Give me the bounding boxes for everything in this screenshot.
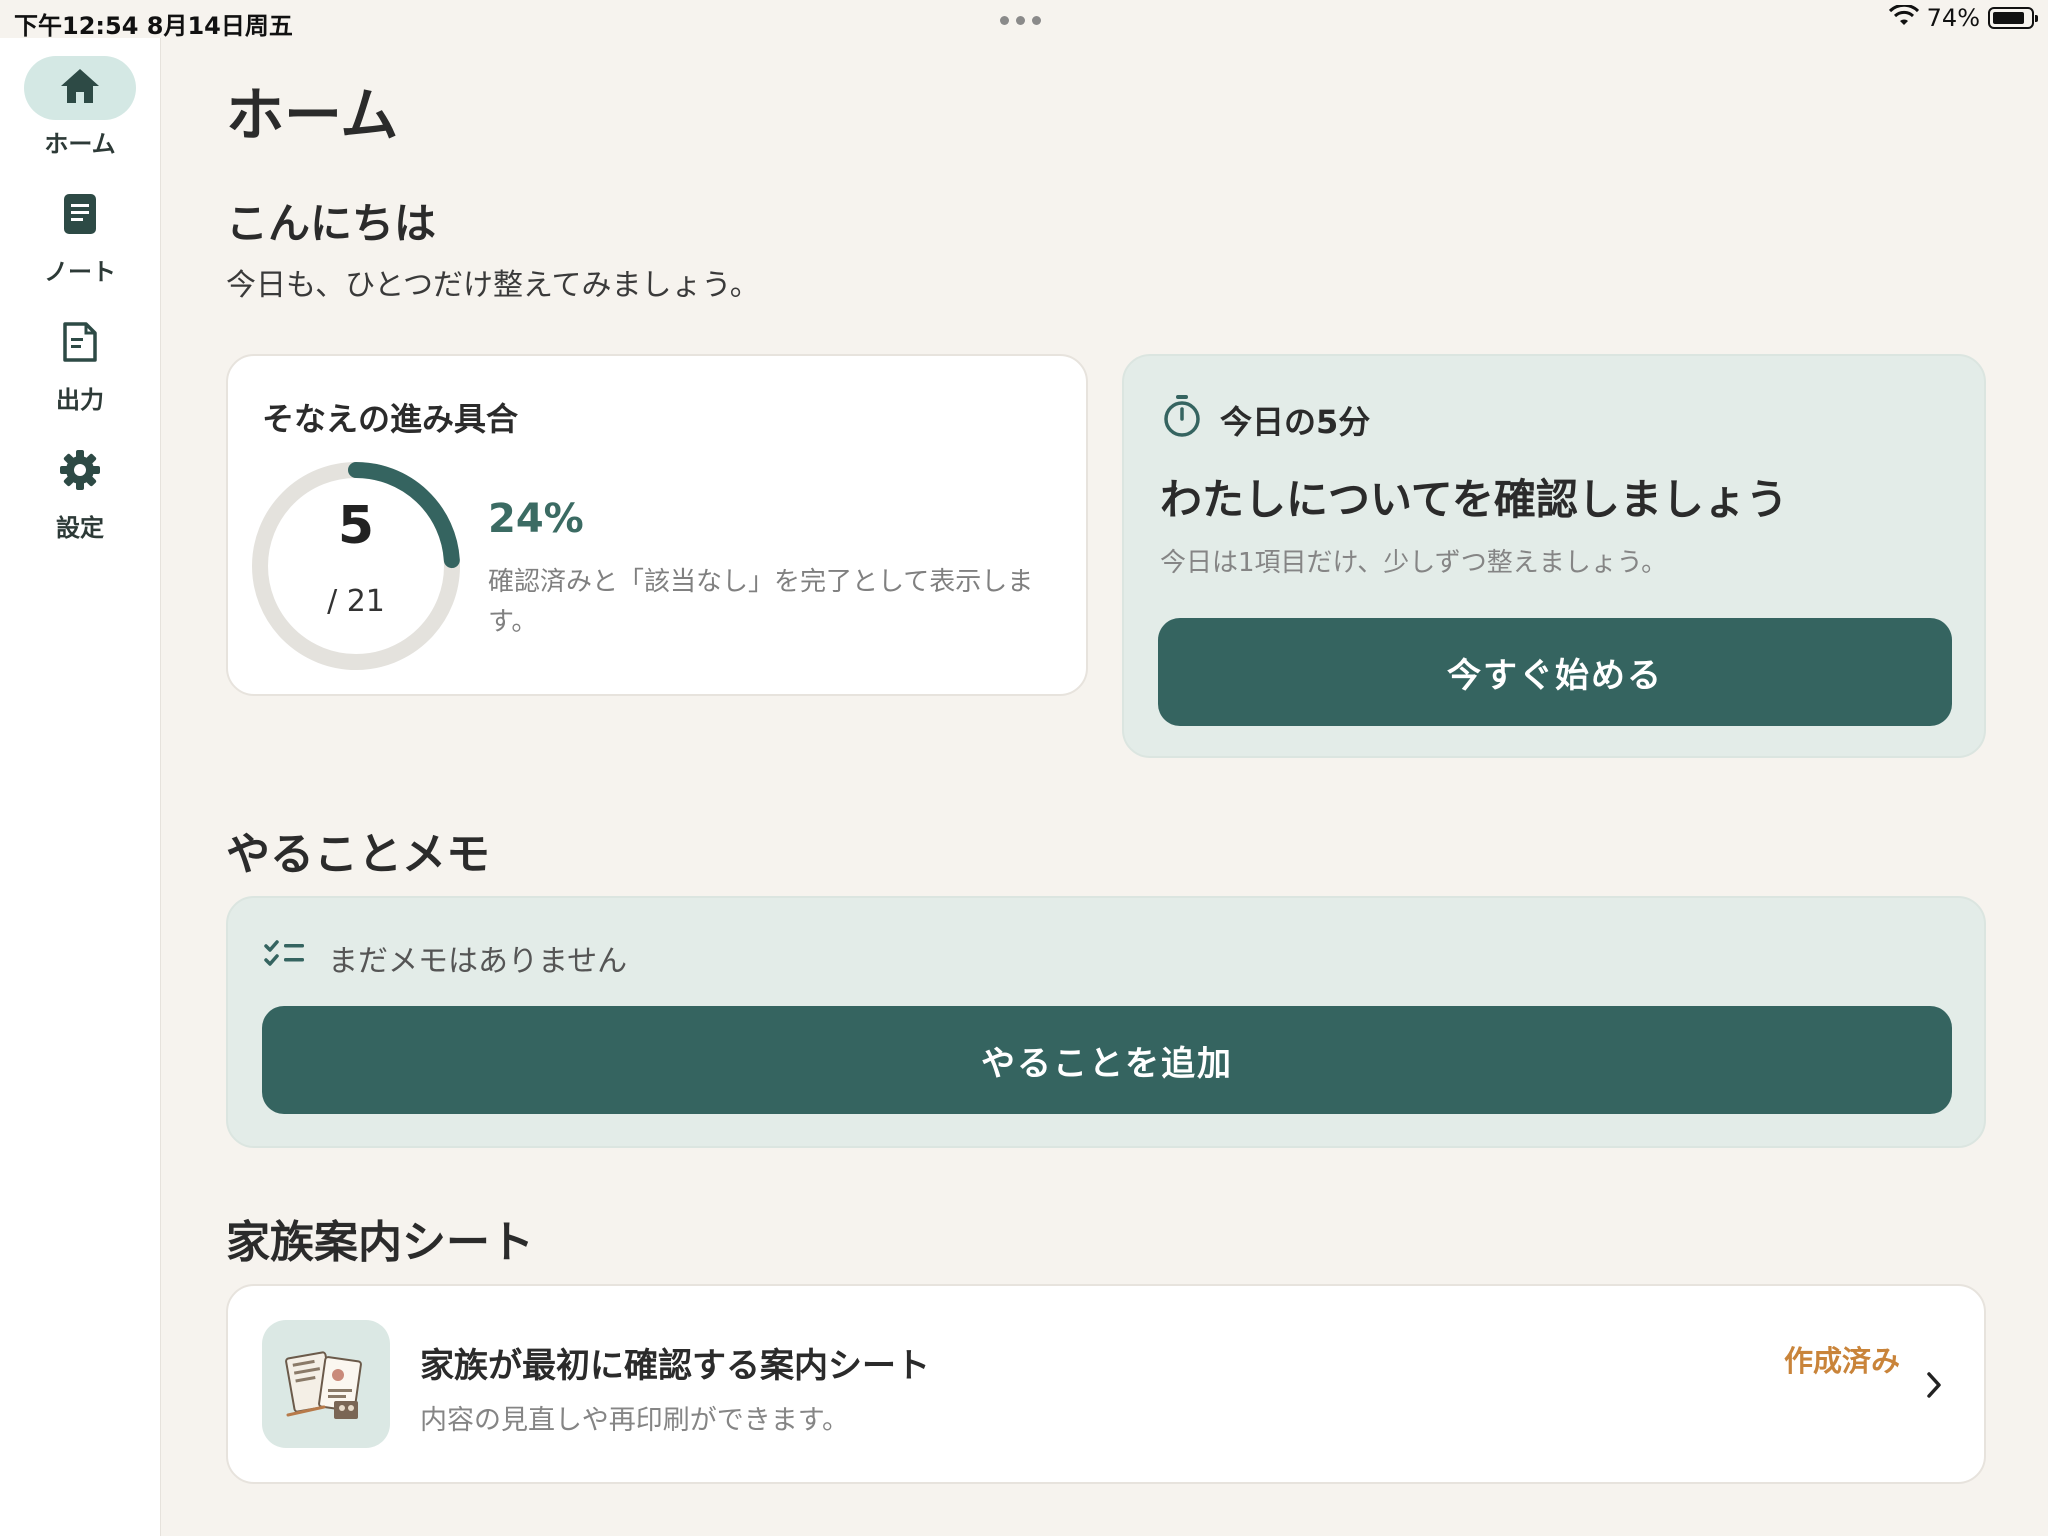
sidebar-item-note[interactable]: ノート — [0, 184, 160, 287]
progress-note: 確認済みと「該当なし」を完了として表示します。 — [488, 567, 1034, 637]
gear-icon — [59, 449, 101, 495]
sidebar-item-home-pill[interactable] — [24, 56, 136, 120]
today-card: 今日の5分 わたしについてを確認しましょう 今日は1項目だけ、少しずつ整えましょ… — [1122, 354, 1986, 758]
family-sheet-status-badge: 作成済み — [1783, 1344, 1900, 1378]
note-icon — [63, 193, 97, 239]
status-bar: 下午12:54 8月14日周五 74% — [0, 0, 2048, 40]
start-now-button[interactable]: 今すぐ始める — [1158, 618, 1952, 726]
sidebar-item-label: 設定 — [56, 514, 104, 542]
family-sheet-card[interactable]: 家族が最初に確認する案内シート 内容の見直しや再印刷ができます。 作成済み — [226, 1284, 1986, 1484]
family-sheet-title: 家族が最初に確認する案内シート — [420, 1346, 930, 1386]
chevron-right-icon[interactable] — [1924, 1370, 1944, 1404]
sidebar-item-label: 出力 — [56, 386, 104, 414]
progress-card: そなえの進み具合 5 / 21 24% 確認済みと「該当なし」を完了として表示し… — [226, 354, 1088, 696]
document-icon — [62, 321, 98, 367]
memo-card: まだメモはありません やることを追加 — [226, 896, 1986, 1148]
status-right: 74% — [1888, 3, 2038, 32]
battery-percent: 74% — [1926, 4, 1980, 32]
sidebar-item-output-pill[interactable] — [24, 312, 136, 376]
sidebar-item-label: ノート — [44, 258, 116, 286]
home-icon — [58, 66, 102, 110]
today-card-heading: 今日の5分 — [1220, 403, 1371, 441]
status-time-date: 下午12:54 8月14日周五 — [14, 12, 293, 40]
today-card-title: わたしについてを確認しましょう — [1160, 475, 1788, 524]
sidebar-item-note-pill[interactable] — [24, 184, 136, 248]
timer-icon — [1162, 394, 1202, 446]
family-sheet-illustration — [262, 1320, 390, 1448]
sidebar-item-settings-pill[interactable] — [24, 440, 136, 504]
sidebar-item-label: ホーム — [44, 130, 116, 158]
page-title: ホーム — [226, 81, 399, 149]
memo-section-heading: やることメモ — [226, 829, 490, 880]
today-card-header: 今日の5分 — [1162, 394, 1370, 446]
progress-ring — [252, 462, 460, 670]
checklist-icon — [264, 938, 306, 978]
sidebar-item-output[interactable]: 出力 — [0, 312, 160, 415]
progress-card-title: そなえの進み具合 — [262, 400, 519, 438]
battery-icon — [1988, 7, 2038, 29]
progress-total-count: / 21 — [327, 584, 385, 619]
sidebar-item-home[interactable]: ホーム — [0, 56, 160, 159]
memo-empty-text: まだメモはありません — [328, 944, 628, 979]
wifi-icon — [1888, 3, 1919, 31]
family-sheet-subtitle: 内容の見直しや再印刷ができます。 — [420, 1405, 850, 1436]
sidebar-item-settings[interactable]: 設定 — [0, 440, 160, 543]
today-card-subtitle: 今日は1項目だけ、少しずつ整えましょう。 — [1160, 548, 1668, 578]
add-todo-button[interactable]: やることを追加 — [262, 1006, 1952, 1114]
multitasking-dots-icon[interactable] — [1000, 16, 1041, 25]
sidebar: ホーム ノート 出力 設定 — [0, 38, 161, 1536]
memo-empty-state: まだメモはありません — [264, 936, 627, 980]
progress-done-count: 5 — [337, 496, 375, 556]
greeting-heading: こんにちは — [226, 199, 437, 248]
greeting-subtext: 今日も、ひとつだけ整えてみましょう。 — [226, 268, 760, 303]
progress-percent: 24% — [488, 496, 584, 542]
family-section-heading: 家族案内シート — [226, 1217, 534, 1268]
